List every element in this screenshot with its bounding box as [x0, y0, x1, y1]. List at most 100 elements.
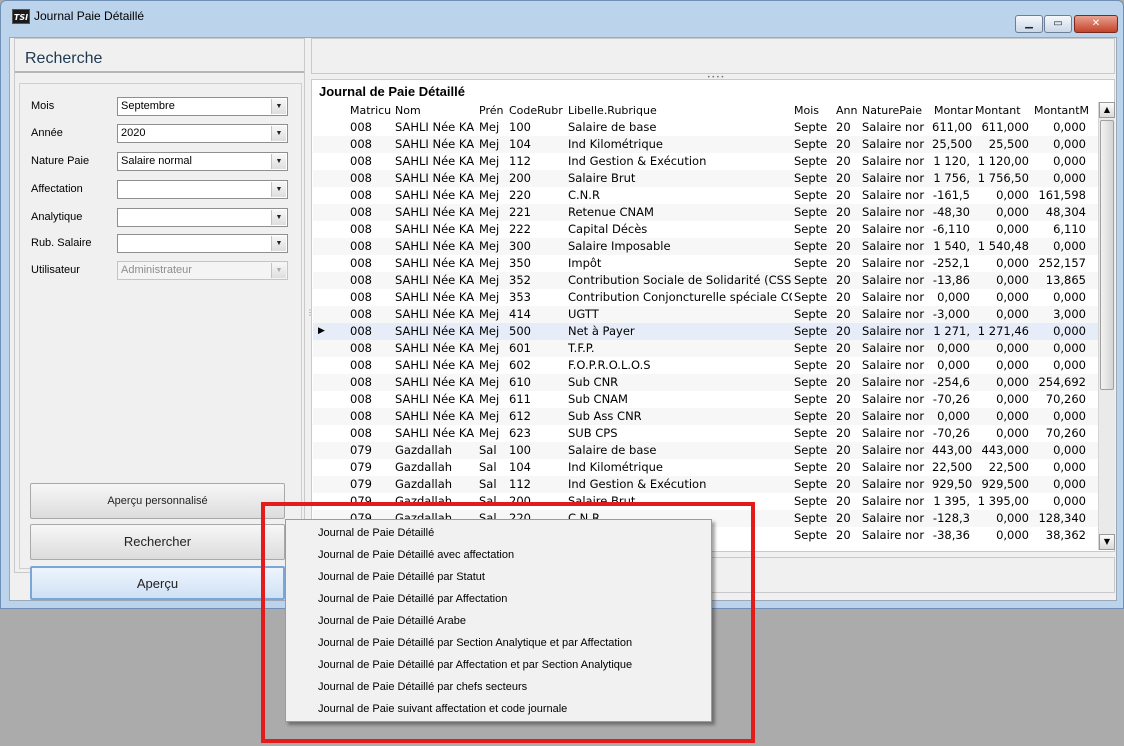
cell-libelle-rubrique: Net à Payer	[568, 324, 635, 338]
cell-montant-retenue: 0,000	[1053, 460, 1086, 474]
table-row[interactable]: 008 SAHLI Née KA Mej 623 SUB CPS Septe 20 Salai…	[313, 425, 1098, 442]
table-row[interactable]: 079 Gazdallah Sal 104 Ind Kilométrique Septe 2…	[313, 459, 1098, 476]
vertical-splitter-grip[interactable]: ⋮	[306, 308, 314, 328]
table-row[interactable]: 008 SAHLI Née KA Mej 220 C.N.R Septe 20 Salaire…	[313, 187, 1098, 204]
preview-button[interactable]: Aperçu	[30, 566, 285, 600]
cell-nature-paie: Salaire nor	[862, 222, 925, 236]
column-header-nom[interactable]: Nom	[393, 102, 477, 119]
cell-matricule: 008	[350, 273, 372, 287]
search-button[interactable]: Rechercher	[30, 524, 285, 560]
scroll-down-arrow-icon[interactable]: ▼	[1099, 534, 1115, 550]
table-row[interactable]: 008 SAHLI Née KA Mej 414 UGTT Septe 20 Salaire …	[313, 306, 1098, 323]
table-row[interactable]: 008 SAHLI Née KA Mej 300 Salaire Imposable Se…	[313, 238, 1098, 255]
minimize-button[interactable]: ▁	[1015, 15, 1043, 33]
table-row[interactable]: 008 SAHLI Née KA Mej 352 Contribution Social…	[313, 272, 1098, 289]
column-header-prenom[interactable]: Prén	[477, 102, 507, 119]
column-header-montant[interactable]: Montan	[932, 102, 973, 119]
cell-code-rubrique: 300	[509, 239, 531, 253]
cell-nom: SAHLI Née KA	[395, 154, 475, 168]
journal-grid[interactable]: Matricu Nom Prén CodeRubr Libelle.Rubrique Mo…	[313, 102, 1098, 550]
cell-nature-paie: Salaire nor	[862, 290, 925, 304]
cell-code-rubrique: 222	[509, 222, 531, 236]
cell-matricule: 008	[350, 358, 372, 372]
filter-label: Année	[31, 127, 63, 139]
cell-nature-paie: Salaire nor	[862, 273, 925, 287]
cell-code-rubrique: 623	[509, 426, 531, 440]
column-header-montant-gain[interactable]: Montant	[973, 102, 1032, 119]
cell-annee: 20	[836, 528, 851, 542]
cell-mois: Septe	[794, 477, 828, 491]
table-row[interactable]: 008 SAHLI Née KA Mej 350 Impôt Septe 20 Salaire…	[313, 255, 1098, 272]
table-row[interactable]: 008 SAHLI Née KA Mej 612 Sub Ass CNR Septe 20 S…	[313, 408, 1098, 425]
cell-mois: Septe	[794, 273, 828, 287]
cell-montant-retenue: 252,157	[1038, 256, 1086, 270]
custom-preview-button[interactable]: Aperçu personnalisé	[30, 483, 285, 519]
table-row[interactable]: 008 SAHLI Née KA Mej 104 Ind Kilométrique Sep…	[313, 136, 1098, 153]
column-header-nature-paie[interactable]: NaturePaie	[860, 102, 932, 119]
cell-libelle-rubrique: T.F.P.	[568, 341, 595, 355]
cell-annee: 20	[836, 171, 851, 185]
scroll-up-arrow-icon[interactable]: ▲	[1099, 102, 1115, 118]
chevron-down-icon[interactable]: ▼	[271, 182, 286, 197]
cell-libelle-rubrique: Ind Kilométrique	[568, 137, 663, 151]
filter-dropdown[interactable]: ▼	[117, 234, 288, 253]
table-row[interactable]: 008 SAHLI Née KA Mej 601 T.F.P. Septe 20 Salair…	[313, 340, 1098, 357]
title-bar[interactable]: TSI Journal Paie Détaillé ▁ ▭ ✕	[1, 1, 1123, 33]
chevron-down-icon[interactable]: ▼	[271, 210, 286, 225]
filter-dropdown[interactable]: Septembre ▼	[117, 97, 288, 116]
table-row[interactable]: 008 SAHLI Née KA Mej 222 Capital Décès Septe 2…	[313, 221, 1098, 238]
filter-dropdown[interactable]: 2020 ▼	[117, 124, 288, 143]
table-row[interactable]: 008 SAHLI Née KA Mej 112 Ind Gestion & Exécu…	[313, 153, 1098, 170]
cell-matricule: 008	[350, 341, 372, 355]
table-row[interactable]: ▶ 008 SAHLI Née KA Mej 500 Net à Payer Septe 20…	[313, 323, 1098, 340]
search-panel-header: Recherche	[15, 39, 304, 73]
cell-mois: Septe	[794, 256, 828, 270]
table-row[interactable]: 008 SAHLI Née KA Mej 610 Sub CNR Septe 20 Salai…	[313, 374, 1098, 391]
cell-libelle-rubrique: Contribution Sociale de Solidarité (CSS	[568, 273, 792, 287]
maximize-button[interactable]: ▭	[1044, 15, 1072, 33]
chevron-down-icon[interactable]: ▼	[271, 236, 286, 251]
chevron-down-icon[interactable]: ▼	[271, 154, 286, 169]
cell-annee: 20	[836, 273, 851, 287]
column-header-code-rubrique[interactable]: CodeRubr	[507, 102, 566, 119]
cell-nature-paie: Salaire nor	[862, 477, 925, 491]
cell-matricule: 008	[350, 154, 372, 168]
column-header-mois[interactable]: Mois	[792, 102, 834, 119]
filter-dropdown[interactable]: ▼	[117, 180, 288, 199]
column-header-annee[interactable]: Ann	[834, 102, 860, 119]
column-header-libelle-rubrique[interactable]: Libelle.Rubrique	[566, 102, 792, 119]
cell-mois: Septe	[794, 171, 828, 185]
cell-matricule: 008	[350, 375, 372, 389]
grid-vertical-scrollbar[interactable]: ▲ ▼	[1098, 102, 1115, 550]
cell-code-rubrique: 602	[509, 358, 531, 372]
table-row[interactable]: 008 SAHLI Née KA Mej 611 Sub CNAM Septe 20 Sala…	[313, 391, 1098, 408]
table-row[interactable]: 008 SAHLI Née KA Mej 200 Salaire Brut Septe 20…	[313, 170, 1098, 187]
column-header-matricule[interactable]: Matricu	[348, 102, 393, 119]
cell-nom: SAHLI Née KA	[395, 256, 475, 270]
cell-montant: 443,00	[932, 443, 973, 457]
table-row[interactable]: 008 SAHLI Née KA Mej 353 Contribution Conjon…	[313, 289, 1098, 306]
scroll-thumb[interactable]	[1100, 120, 1114, 390]
cell-code-rubrique: 610	[509, 375, 531, 389]
cell-montant-retenue: 0,000	[1053, 477, 1086, 491]
cell-montant-retenue: 3,000	[1053, 307, 1086, 321]
cell-montant-gain: 929,500	[981, 477, 1029, 491]
table-row[interactable]: 079 Gazdallah Sal 100 Salaire de base Septe 20…	[313, 442, 1098, 459]
cell-montant-gain: 1 120,00	[977, 154, 1029, 168]
close-button[interactable]: ✕	[1074, 15, 1118, 33]
table-row[interactable]: 008 SAHLI Née KA Mej 221 Retenue CNAM Septe 20…	[313, 204, 1098, 221]
cell-prenom: Mej	[479, 154, 500, 168]
filter-dropdown[interactable]: ▼	[117, 208, 288, 227]
column-header-montant-retenue[interactable]: MontantM	[1032, 102, 1089, 119]
table-row[interactable]: 008 SAHLI Née KA Mej 100 Salaire de base Sept…	[313, 119, 1098, 136]
chevron-down-icon[interactable]: ▼	[271, 126, 286, 141]
filter-dropdown[interactable]: Salaire normal ▼	[117, 152, 288, 171]
table-row[interactable]: 079 Gazdallah Sal 112 Ind Gestion & Exécutio…	[313, 476, 1098, 493]
cell-prenom: Mej	[479, 256, 500, 270]
cell-nom: SAHLI Née KA	[395, 426, 475, 440]
table-row[interactable]: 008 SAHLI Née KA Mej 602 F.O.P.R.O.L.O.S Sept…	[313, 357, 1098, 374]
cell-libelle-rubrique: SUB CPS	[568, 426, 618, 440]
cell-annee: 20	[836, 290, 851, 304]
cell-code-rubrique: 352	[509, 273, 531, 287]
chevron-down-icon[interactable]: ▼	[271, 99, 286, 114]
